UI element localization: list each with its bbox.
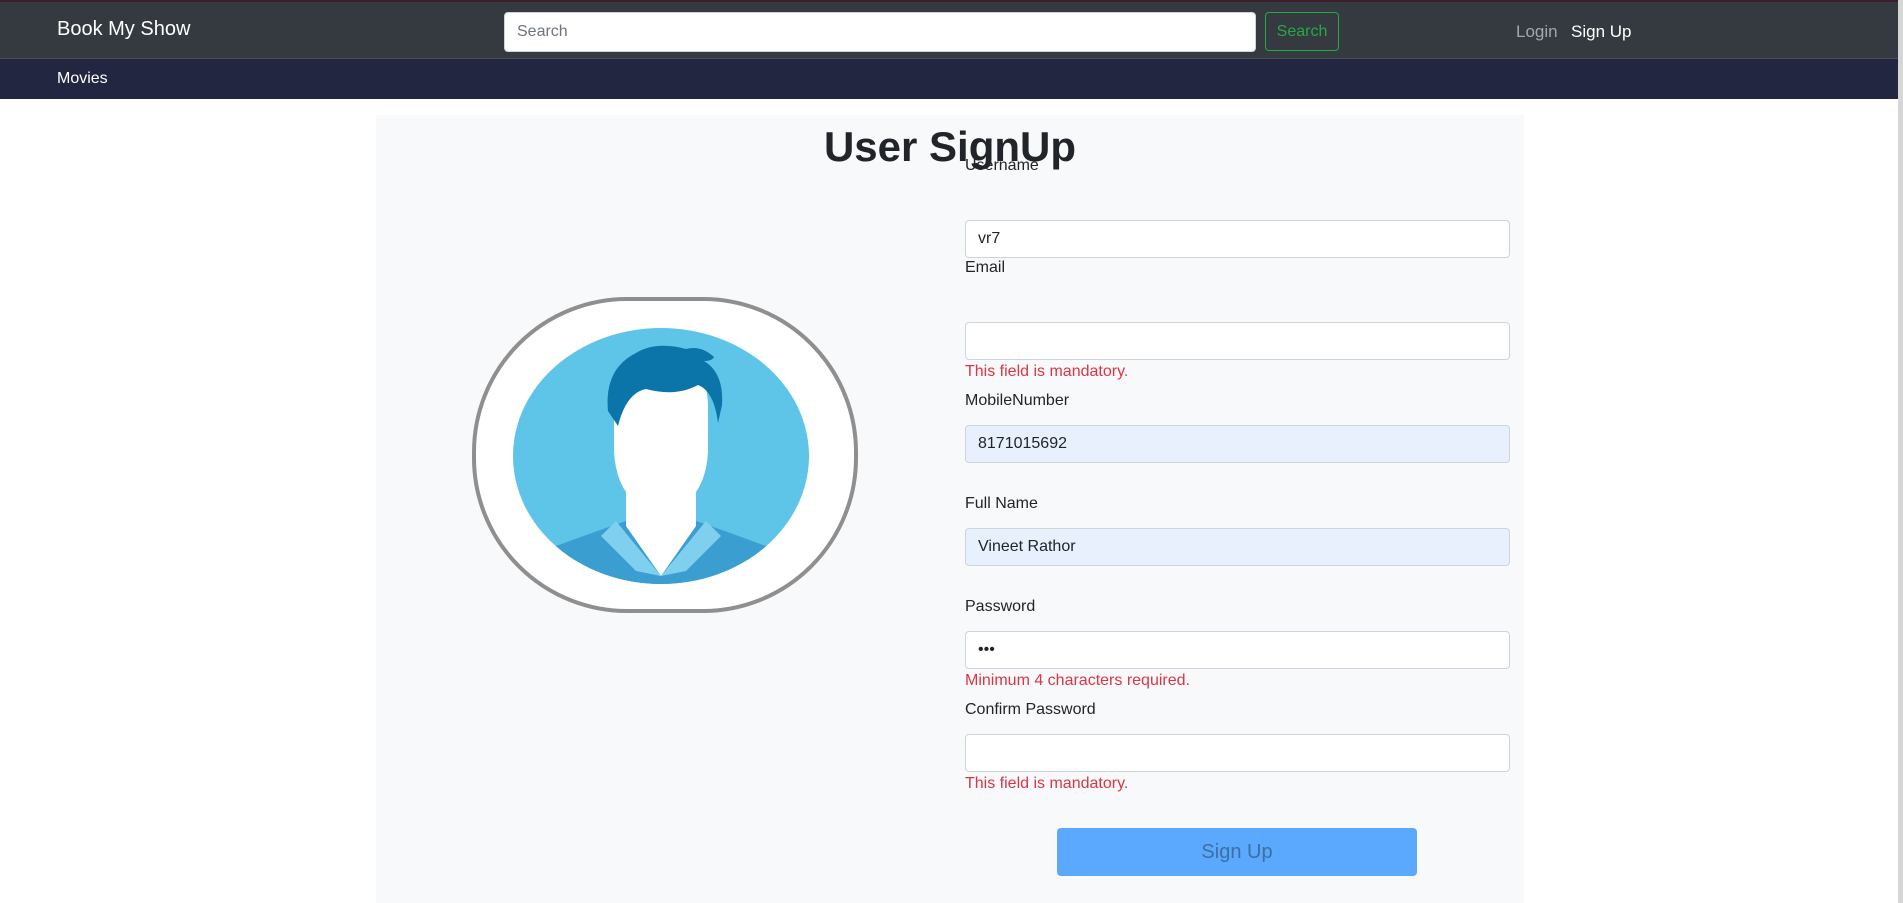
- confirm-password-label: Confirm Password: [965, 701, 1096, 718]
- secondary-navbar: Movies: [0, 58, 1903, 99]
- mobile-field[interactable]: [965, 425, 1510, 463]
- brand-logo[interactable]: Book My Show: [57, 18, 190, 41]
- password-error: Minimum 4 characters required.: [965, 672, 1190, 689]
- avatar-frame: [472, 297, 858, 613]
- page-title: User SignUp: [823, 123, 1077, 170]
- username-label: Username: [965, 157, 1039, 174]
- email-label: Email: [965, 259, 1006, 276]
- scrollbar[interactable]: [1898, 0, 1903, 903]
- password-label: Password: [965, 598, 1036, 615]
- search-input[interactable]: [504, 12, 1256, 52]
- fullname-field[interactable]: [965, 528, 1510, 566]
- signup-link[interactable]: Sign Up: [1571, 22, 1631, 42]
- confirm-password-error: This field is mandatory.: [965, 775, 1129, 792]
- fullname-label: Full Name: [965, 495, 1038, 512]
- mobile-label: MobileNumber: [965, 392, 1070, 409]
- email-field[interactable]: [965, 322, 1510, 360]
- confirm-password-field[interactable]: [965, 734, 1510, 772]
- login-link[interactable]: Login: [1516, 22, 1558, 42]
- movies-link[interactable]: Movies: [57, 70, 108, 88]
- user-avatar-icon: [513, 328, 809, 584]
- search-button[interactable]: Search: [1265, 12, 1339, 51]
- password-field[interactable]: [965, 631, 1510, 669]
- username-field[interactable]: [965, 220, 1510, 258]
- email-error: This field is mandatory.: [965, 363, 1129, 380]
- signup-submit-button[interactable]: Sign Up: [1057, 828, 1417, 876]
- top-navbar: Book My Show Search Login Sign Up: [0, 0, 1903, 58]
- signup-panel: User SignUp Username Email This field is…: [376, 115, 1524, 903]
